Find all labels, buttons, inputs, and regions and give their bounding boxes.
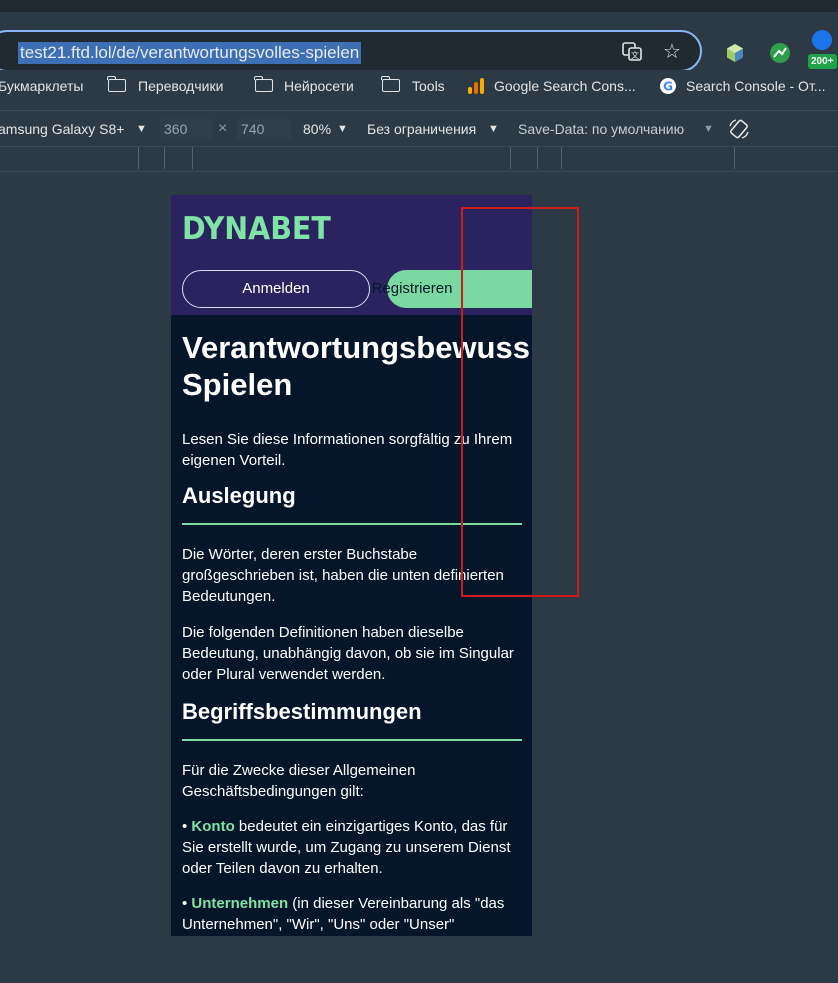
media-query-ruler[interactable] [0, 146, 838, 172]
bookmarks-bar: Букмарклеты Переводчики Нейросети Tools … [0, 70, 838, 102]
chevron-down-icon[interactable]: ▼ [337, 123, 348, 135]
zoom-select[interactable]: 80% [303, 121, 331, 137]
section-divider [182, 739, 522, 741]
throttling-select[interactable]: Без ограничения [367, 121, 476, 137]
login-button[interactable]: Anmelden [182, 270, 370, 308]
extension-badge-icon[interactable] [812, 30, 832, 50]
bullet: • [182, 895, 192, 912]
device-width-input[interactable]: 360 [160, 119, 212, 139]
bookmark-google-search-console[interactable]: Google Search Cons... [494, 78, 636, 94]
definition-term: Konto [191, 818, 235, 835]
rotate-icon[interactable] [727, 117, 751, 141]
save-data-select[interactable]: Save-Data: по умолчанию [518, 121, 684, 137]
paragraph: Für die Zwecke dieser Allgemeinen Geschä… [182, 762, 416, 800]
chevron-down-icon[interactable]: ▼ [136, 123, 147, 135]
svg-text:文: 文 [631, 50, 639, 60]
device-height-input[interactable]: 740 [237, 119, 291, 139]
definition-item: • Unternehmen (in dieser Vereinbarung al… [182, 893, 522, 935]
bookmark-bookmarklets[interactable]: Букмарклеты [0, 78, 83, 94]
extension-count-badge: 200+ [808, 54, 837, 69]
tab-strip [0, 0, 838, 12]
bookmark-translators[interactable]: Переводчики [138, 78, 223, 94]
dynabet-logo[interactable]: DYNABET [182, 211, 331, 247]
analytics-icon [468, 78, 484, 94]
section-heading-begriffsbestimmungen: Begriffsbestimmungen [182, 699, 422, 724]
bookmark-neural-networks[interactable]: Нейросети [284, 78, 354, 94]
highlight-box [461, 207, 579, 597]
svg-text:G: G [663, 80, 673, 94]
folder-icon [107, 76, 126, 92]
browser-toolbar: test21.ftd.lol/de/verantwortungsvolles-s… [0, 12, 838, 72]
translate-icon[interactable]: 文 [620, 40, 644, 64]
register-label: Registrieren [371, 280, 453, 297]
star-icon[interactable]: ☆ [660, 40, 684, 64]
device-toolbar: amsung Galaxy S8+ ▼ 360 × 740 80% ▼ Без … [0, 110, 838, 147]
paragraph: Die folgenden Definitionen haben dieselb… [182, 624, 514, 683]
bullet: • [182, 818, 192, 835]
device-select[interactable]: amsung Galaxy S8+ [0, 121, 124, 137]
google-icon: G [660, 78, 676, 94]
times-icon: × [218, 120, 228, 137]
extension-leaf-icon[interactable] [769, 42, 791, 64]
definition-item: • Konto bedeutet ein einzigartiges Konto… [182, 816, 522, 879]
definition-term: Unternehmen [191, 895, 289, 912]
folder-icon [254, 76, 273, 92]
bookmark-search-console[interactable]: Search Console - От... [686, 78, 825, 94]
url-text[interactable]: test21.ftd.lol/de/verantwortungsvolles-s… [18, 42, 362, 64]
section-heading-auslegung: Auslegung [182, 483, 296, 508]
bookmark-tools[interactable]: Tools [412, 78, 445, 94]
chevron-down-icon[interactable]: ▼ [703, 123, 714, 135]
folder-icon [381, 76, 400, 92]
address-bar[interactable]: test21.ftd.lol/de/verantwortungsvolles-s… [0, 30, 702, 72]
extension-hexagon-icon[interactable] [724, 42, 746, 64]
chevron-down-icon[interactable]: ▼ [488, 123, 499, 135]
